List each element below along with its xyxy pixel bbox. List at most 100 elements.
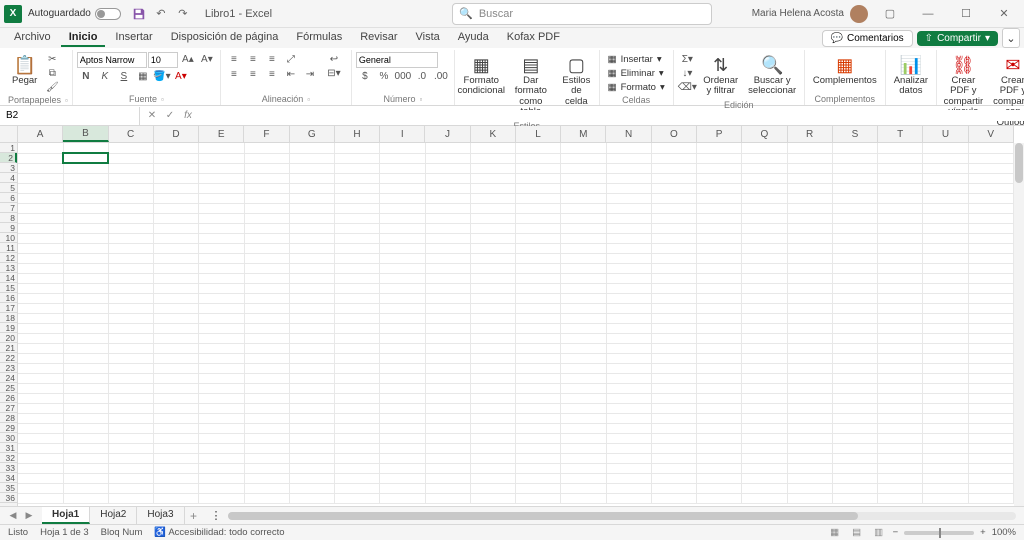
cell[interactable] [108, 373, 153, 383]
cell[interactable] [697, 353, 742, 363]
cell[interactable] [742, 323, 787, 333]
cell[interactable] [335, 273, 380, 283]
cell[interactable] [425, 153, 470, 163]
cell[interactable] [832, 453, 877, 463]
column-header[interactable]: Q [742, 126, 787, 142]
sheet-tab[interactable]: Hoja2 [90, 507, 137, 524]
cell[interactable] [425, 483, 470, 493]
align-left-button[interactable]: ≡ [225, 67, 243, 81]
cell[interactable] [516, 393, 561, 403]
column-header[interactable]: K [471, 126, 516, 142]
cell[interactable] [108, 453, 153, 463]
cell[interactable] [425, 473, 470, 483]
cell[interactable] [335, 483, 380, 493]
cell[interactable] [244, 273, 289, 283]
italic-button[interactable]: K [96, 69, 114, 83]
cell[interactable] [154, 363, 199, 373]
cell[interactable] [651, 213, 696, 223]
cell[interactable] [832, 233, 877, 243]
cell[interactable] [878, 383, 923, 393]
cell[interactable] [516, 483, 561, 493]
cell[interactable] [199, 373, 244, 383]
cell[interactable] [968, 383, 1013, 393]
cell[interactable] [651, 193, 696, 203]
zoom-slider[interactable] [904, 531, 974, 535]
cell[interactable] [923, 193, 968, 203]
cell[interactable] [606, 373, 651, 383]
cell[interactable] [697, 393, 742, 403]
row-header[interactable]: 22 [0, 353, 17, 363]
cell[interactable] [516, 153, 561, 163]
cell[interactable] [425, 213, 470, 223]
cell[interactable] [63, 153, 108, 163]
cell[interactable] [606, 163, 651, 173]
cell[interactable] [244, 203, 289, 213]
cell[interactable] [878, 353, 923, 363]
cell[interactable] [787, 423, 832, 433]
cell[interactable] [154, 273, 199, 283]
cell[interactable] [199, 263, 244, 273]
cell[interactable] [154, 143, 199, 153]
cell[interactable] [516, 173, 561, 183]
column-header[interactable]: J [425, 126, 470, 142]
cell[interactable] [516, 403, 561, 413]
cell[interactable] [18, 363, 63, 373]
cell[interactable] [697, 213, 742, 223]
cell[interactable] [18, 303, 63, 313]
row-header[interactable]: 6 [0, 193, 17, 203]
cell[interactable] [832, 173, 877, 183]
cell[interactable] [651, 263, 696, 273]
cell[interactable] [108, 243, 153, 253]
cell[interactable] [18, 333, 63, 343]
cell[interactable] [289, 483, 334, 493]
cell[interactable] [923, 213, 968, 223]
cell[interactable] [335, 333, 380, 343]
cell[interactable] [335, 433, 380, 443]
cell[interactable] [923, 363, 968, 373]
cell[interactable] [878, 233, 923, 243]
cell[interactable] [199, 313, 244, 323]
cell[interactable] [923, 473, 968, 483]
column-header[interactable]: H [335, 126, 380, 142]
tab-inicio[interactable]: Inicio [61, 29, 106, 47]
cell[interactable] [108, 313, 153, 323]
cell[interactable] [923, 293, 968, 303]
cell[interactable] [878, 493, 923, 503]
cell[interactable] [606, 413, 651, 423]
cell[interactable] [63, 243, 108, 253]
borders-button[interactable]: ▦ [134, 69, 152, 83]
cell[interactable] [606, 393, 651, 403]
cell[interactable] [289, 353, 334, 363]
cell[interactable] [335, 143, 380, 153]
cell[interactable] [244, 173, 289, 183]
cell[interactable] [18, 213, 63, 223]
cell[interactable] [878, 393, 923, 403]
cell[interactable] [742, 373, 787, 383]
cell[interactable] [606, 353, 651, 363]
cell[interactable] [63, 293, 108, 303]
cell[interactable] [742, 443, 787, 453]
cell[interactable] [516, 493, 561, 503]
save-button[interactable] [129, 4, 149, 24]
insert-function-button[interactable]: fx [180, 108, 196, 124]
cell[interactable] [470, 193, 515, 203]
cell[interactable] [832, 393, 877, 403]
cell[interactable] [561, 463, 606, 473]
align-middle-button[interactable]: ≡ [244, 52, 262, 66]
cell[interactable] [968, 193, 1013, 203]
cell[interactable] [651, 253, 696, 263]
cell[interactable] [651, 443, 696, 453]
cell[interactable] [742, 363, 787, 373]
row-header[interactable]: 8 [0, 213, 17, 223]
cell[interactable] [289, 303, 334, 313]
cell[interactable] [968, 303, 1013, 313]
cell[interactable] [606, 303, 651, 313]
cell[interactable] [199, 283, 244, 293]
cell[interactable] [923, 273, 968, 283]
cell[interactable] [968, 163, 1013, 173]
cell[interactable] [425, 493, 470, 503]
cell[interactable] [380, 183, 425, 193]
cell[interactable] [18, 153, 63, 163]
cell[interactable] [425, 253, 470, 263]
column-header[interactable]: L [516, 126, 561, 142]
